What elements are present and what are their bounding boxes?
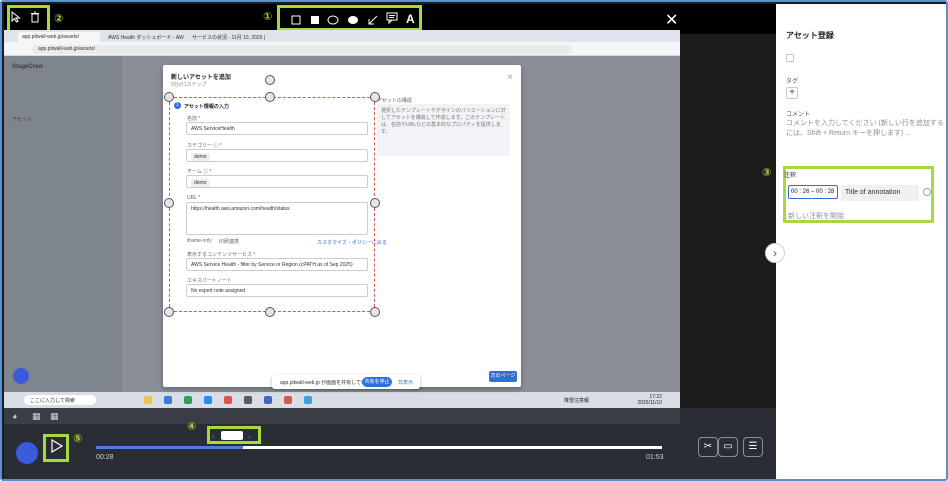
app-icon <box>184 396 192 404</box>
resize-handle[interactable] <box>370 92 380 102</box>
annotation-title-input[interactable]: Title of annotation <box>841 185 919 201</box>
app-icon <box>304 396 312 404</box>
progress-track[interactable] <box>96 446 662 449</box>
resize-handle[interactable] <box>370 307 380 317</box>
taskbar-search: ここに入力して検索 <box>24 395 96 405</box>
app-icon <box>244 396 252 404</box>
chat-icon[interactable] <box>16 442 38 464</box>
rotate-handle[interactable] <box>265 75 275 85</box>
marker-5: ⑤ <box>73 433 83 445</box>
asset-panel: アセット登録 タグ + コメント コメントを入力してください (新しい行を追加す… <box>776 4 946 479</box>
next-page-button: 次のページ <box>489 371 517 382</box>
screen-share-bar: app.pitwall-web.jp が画面を共有しています。 共有を停止 非表… <box>272 375 420 389</box>
browser-tabs: app.pitwall-web.jp/assets/ AWS Health ダッ… <box>4 30 680 42</box>
list-icon[interactable]: ☰ <box>743 437 763 457</box>
remove-icon[interactable] <box>923 188 931 196</box>
resize-handle[interactable] <box>164 307 174 317</box>
app-brand: StageCrew <box>12 64 44 70</box>
play-button[interactable] <box>51 438 64 458</box>
comment-label: コメント <box>786 112 811 118</box>
marker-2: ② <box>54 13 64 25</box>
app-sidebar: StageCrew アセット <box>4 56 122 396</box>
highlight-box-tools <box>7 5 50 33</box>
tag-label: タグ <box>786 79 799 85</box>
grid-icon[interactable]: ▦ <box>50 411 59 422</box>
resize-handle[interactable] <box>164 198 174 208</box>
chevron-right-icon[interactable]: › <box>248 432 251 441</box>
close-icon: × <box>507 72 513 83</box>
taskbar-clock: 17:22 2025/11/10 <box>637 394 662 406</box>
browser-tab: サービスの状況 - 11月 10, 2025 | <box>192 35 266 41</box>
grid-icon[interactable]: ▦ <box>32 411 41 422</box>
panel-title: アセット登録 <box>786 31 834 40</box>
expand-panel-button[interactable]: › <box>765 243 785 263</box>
selection-rectangle[interactable] <box>169 97 375 312</box>
address-bar: app.pitwall-web.jp/assets/ <box>4 42 680 56</box>
video-player-controls: ◕ ▦ ▦ <box>4 408 776 479</box>
app-icon <box>284 396 292 404</box>
close-icon[interactable]: ✕ <box>665 10 678 30</box>
app-icon <box>264 396 272 404</box>
weather-text: 降雪注意報 <box>564 398 590 404</box>
screen-icon[interactable]: ▭ <box>718 437 738 457</box>
annotation-time-range[interactable]: 00 : 26 – 00 : 28 <box>788 185 838 199</box>
add-tag-button[interactable]: + <box>786 87 798 99</box>
config-description: 選択したテンプレートやデザインのバリエーションに対してアセットを構成して作成しま… <box>377 104 510 156</box>
checkbox[interactable] <box>786 54 794 62</box>
resize-handle[interactable] <box>164 92 174 102</box>
folder-icon <box>144 396 152 404</box>
chrome-icon <box>224 396 232 404</box>
marker-1: ① <box>263 11 273 23</box>
app-frame: A ✕ ② ① app.pitwall-web.jp/assets/ AWS H… <box>0 0 948 481</box>
stop-sharing-button: 共有を停止 <box>362 377 392 387</box>
modal-title: 新しいアセットを追加 <box>171 75 231 81</box>
player-toolbar: ◕ ▦ ▦ <box>4 408 680 424</box>
palette-icon[interactable]: ◕ <box>12 411 17 421</box>
progress-fill <box>96 446 244 449</box>
trim-handle[interactable] <box>221 431 243 440</box>
resize-handle[interactable] <box>265 307 275 317</box>
browser-tab: AWS Health ダッシュボード - AW <box>108 35 184 41</box>
chat-icon <box>13 368 29 384</box>
url-field: app.pitwall-web.jp/assets/ <box>32 45 572 54</box>
scissors-icon[interactable]: ✂ <box>698 437 718 457</box>
config-title: アセットの構成 <box>377 98 412 104</box>
chevron-left-icon[interactable]: ‹ <box>212 432 215 441</box>
annotation-label: 注釈 <box>784 173 797 179</box>
comment-input[interactable]: コメントを入力してください (新しい行を追加するには、Shift + Retur… <box>786 119 944 139</box>
resize-handle[interactable] <box>370 198 380 208</box>
highlight-box-shapes <box>277 5 422 31</box>
marker-4: ④ <box>187 421 197 433</box>
windows-taskbar: ここに入力して検索 降雪注意報 17:22 2025/11/10 <box>4 392 680 408</box>
resize-handle[interactable] <box>265 92 275 102</box>
sidebar-item-assets: アセット <box>12 117 32 123</box>
app-icon <box>204 396 212 404</box>
current-time: 00:28 <box>96 454 114 461</box>
total-time: 01:53 <box>646 454 664 461</box>
new-annotation-link[interactable]: 新しい注釈を開始 <box>788 211 844 221</box>
marker-3: ③ <box>762 167 772 179</box>
app-icon <box>164 396 172 404</box>
modal-subtitle: 3分の1ステップ <box>171 82 207 88</box>
browser-tab: app.pitwall-web.jp/assets/ <box>18 32 100 42</box>
